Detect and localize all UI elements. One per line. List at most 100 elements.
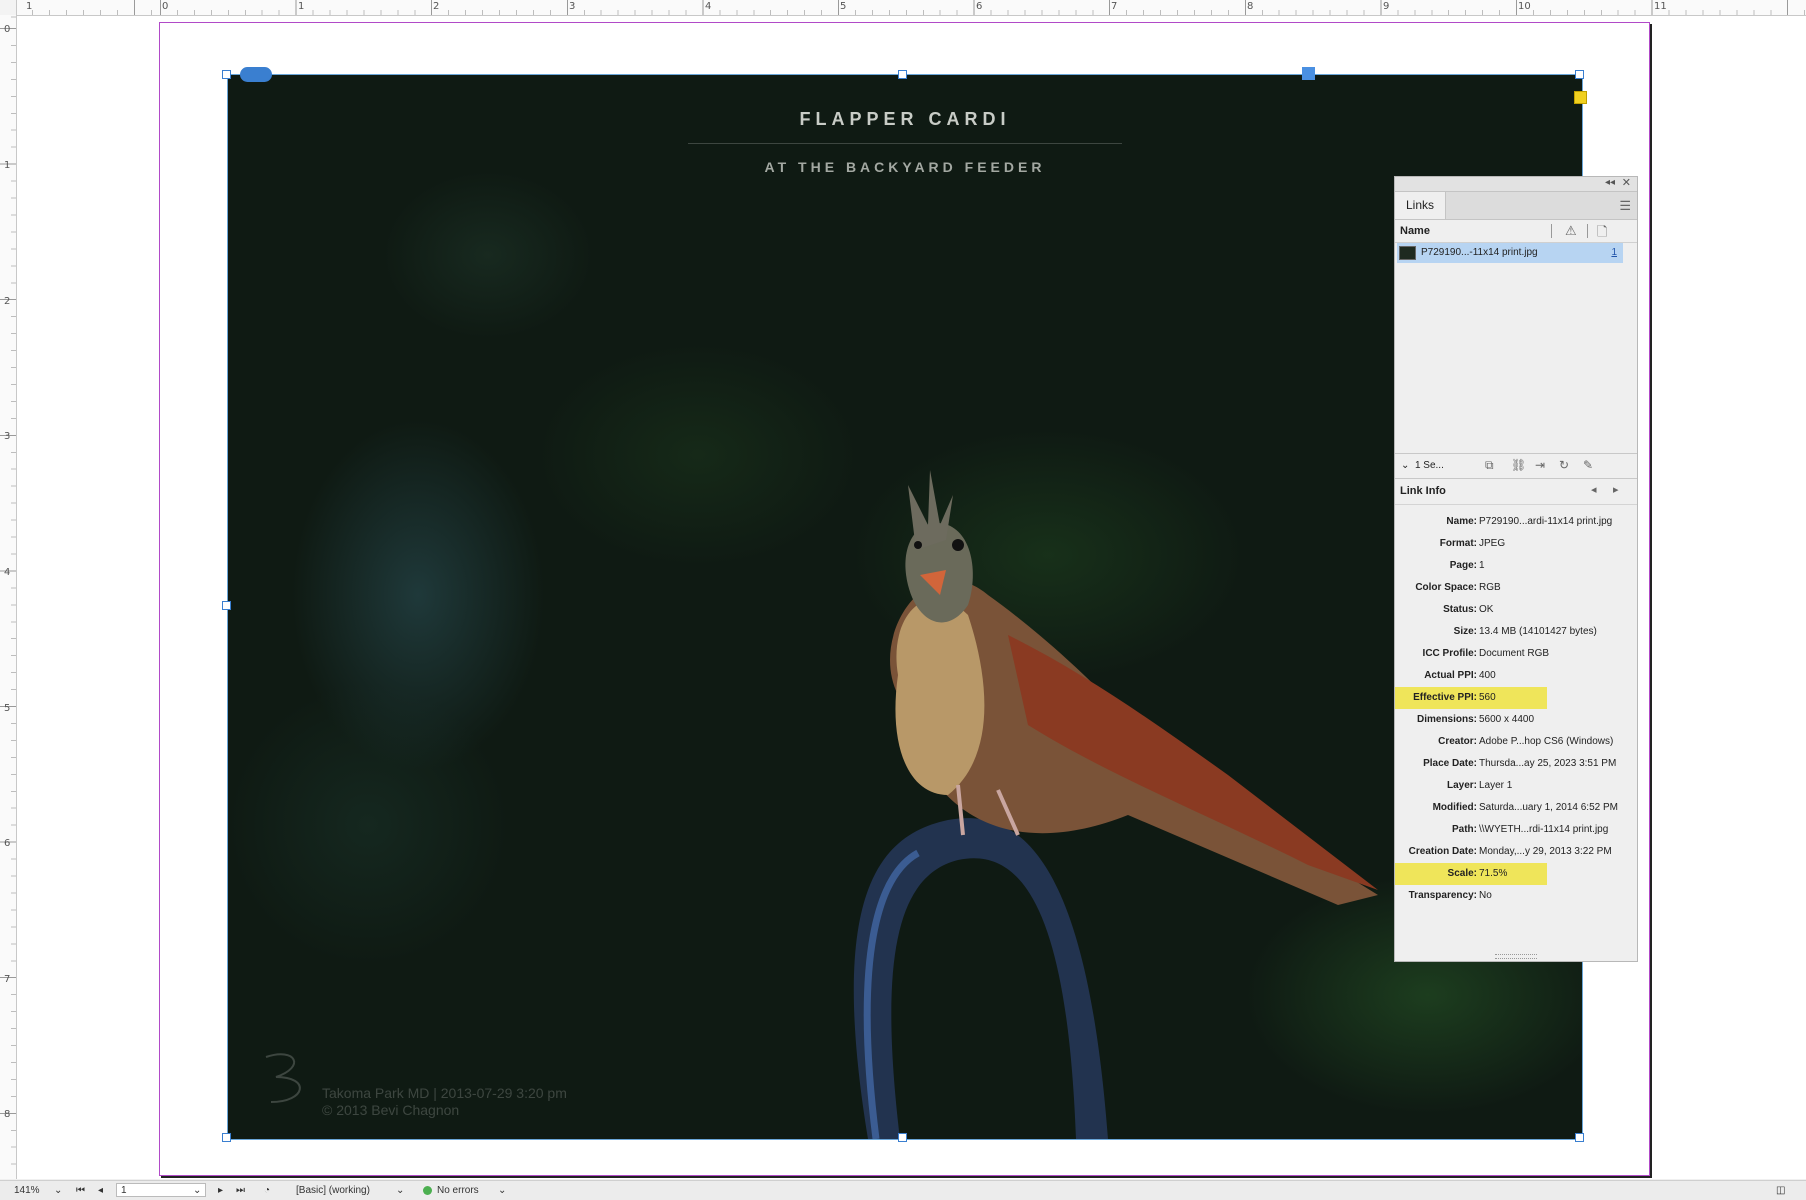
tab-links[interactable]: Links <box>1395 192 1446 219</box>
links-panel: ◂◂ ✕ Links ☰ Name ⚠ 🗋 P729190...-11x14 p… <box>1394 176 1638 962</box>
link-info-value: JPEG <box>1479 538 1506 549</box>
link-info-header[interactable]: Link Info ◂ ▸ <box>1395 478 1637 505</box>
handle-middle-left[interactable] <box>222 601 231 610</box>
ruler-left-label: 0 <box>4 24 11 35</box>
ruler-top-label: 5 <box>840 1 847 12</box>
link-info-key: ICC Profile: <box>1422 648 1477 659</box>
page-dropdown-icon[interactable]: ⌄ <box>193 1185 201 1196</box>
warning-status-icon[interactable]: ⚠ <box>1565 223 1577 239</box>
link-info-key: Creator: <box>1438 736 1477 747</box>
content-grabber-handle[interactable] <box>1302 67 1315 80</box>
ruler-top-label: 0 <box>162 1 169 12</box>
link-info-key: Format: <box>1439 538 1477 549</box>
zoom-level[interactable]: 141% <box>14 1185 40 1196</box>
link-info-row: Size: 13.4 MB (14101427 bytes) <box>1395 623 1637 645</box>
zoom-dropdown-icon[interactable]: ⌄ <box>54 1185 62 1196</box>
panel-menu-icon[interactable]: ☰ <box>1619 198 1631 214</box>
watermark-location-date: Takoma Park MD | 2013-07-29 3:20 pm <box>322 1085 567 1101</box>
close-icon[interactable]: ✕ <box>1622 176 1631 189</box>
handle-top-left[interactable] <box>222 70 231 79</box>
open-page-icon[interactable]: ◔ <box>264 1185 270 1196</box>
link-info-row: Creator: Adobe P...hop CS6 (Windows) <box>1395 733 1637 755</box>
handle-bottom-center[interactable] <box>898 1133 907 1142</box>
link-info-value: P729190...ardi-11x14 print.jpg <box>1479 516 1613 527</box>
column-name-header[interactable]: Name <box>1400 225 1430 237</box>
link-info-row: Effective PPI: 560 <box>1395 687 1637 711</box>
column-separator <box>1551 224 1552 238</box>
links-column-header: Name ⚠ 🗋 <box>1395 220 1637 243</box>
handle-top-center[interactable] <box>898 70 907 79</box>
link-info-row: Transparency: No <box>1395 887 1637 909</box>
ruler-left-label: 2 <box>4 296 11 307</box>
ruler-left-label: 8 <box>4 1109 11 1120</box>
link-info-row: Name: P729190...ardi-11x14 print.jpg <box>1395 513 1637 535</box>
edit-original-icon[interactable]: ✎ <box>1583 458 1593 472</box>
link-info-value: Monday,...y 29, 2013 3:22 PM <box>1479 846 1612 857</box>
link-info-title: Link Info <box>1400 485 1446 497</box>
panel-resize-grip[interactable] <box>1495 954 1537 959</box>
ruler-left-label: 5 <box>4 703 11 714</box>
selection-summary[interactable]: ⌄ 1 Se... <box>1401 460 1444 471</box>
link-info-key: Actual PPI: <box>1424 670 1477 681</box>
link-list-item[interactable]: P729190...-11x14 print.jpg 1 <box>1397 243 1623 263</box>
panel-title-bar[interactable]: ◂◂ ✕ <box>1395 177 1637 192</box>
link-info-row: Dimensions: 5600 x 4400 <box>1395 711 1637 733</box>
link-info-key: Color Space: <box>1415 582 1477 593</box>
previous-page-icon[interactable]: ◂ <box>98 1185 103 1196</box>
next-page-icon[interactable]: ▸ <box>218 1185 223 1196</box>
link-badge-icon[interactable] <box>240 67 272 82</box>
relink-from-cc-icon[interactable]: ⧉ <box>1485 458 1494 473</box>
link-info-value: 71.5% <box>1479 868 1508 879</box>
link-info-value: No <box>1479 890 1492 901</box>
link-info-value: \\WYETH...rdi-11x14 print.jpg <box>1479 824 1609 835</box>
live-corner-handle[interactable] <box>1574 91 1587 104</box>
link-info-row: Page: 1 <box>1395 557 1637 579</box>
link-thumbnail <box>1399 246 1416 260</box>
split-window-icon[interactable]: ◫ <box>1776 1185 1785 1196</box>
update-link-icon[interactable]: ↻ <box>1559 458 1569 472</box>
first-page-icon[interactable]: ⏮ <box>76 1185 85 1196</box>
ruler-top-label: 4 <box>705 1 712 12</box>
handle-bottom-left[interactable] <box>222 1133 231 1142</box>
vertical-ruler[interactable] <box>0 15 17 1179</box>
link-info-value: OK <box>1479 604 1494 615</box>
profile-dropdown-icon[interactable]: ⌄ <box>396 1185 404 1196</box>
handle-bottom-right[interactable] <box>1575 1133 1584 1142</box>
ruler-left-label: 4 <box>4 567 11 578</box>
panel-tab-row: Links ☰ <box>1395 192 1637 220</box>
link-info-key: Effective PPI: <box>1413 692 1477 703</box>
horizontal-ruler[interactable] <box>17 0 1806 16</box>
page-number-value: 1 <box>121 1185 127 1196</box>
ruler-top-label: 10 <box>1518 1 1531 12</box>
previous-link-icon[interactable]: ◂ <box>1591 483 1597 496</box>
ruler-top-label: 2 <box>433 1 440 12</box>
preflight-profile[interactable]: [Basic] (working) <box>296 1185 370 1196</box>
last-page-icon[interactable]: ⏭ <box>236 1185 245 1196</box>
relink-icon[interactable]: ⛓ <box>1511 458 1526 472</box>
link-file-name: P729190...-11x14 print.jpg <box>1421 247 1538 258</box>
cardinal-bird-graphic <box>853 470 1378 1139</box>
ruler-top-label: 9 <box>1383 1 1390 12</box>
go-to-link-icon[interactable]: ⇥ <box>1535 458 1545 472</box>
ruler-corner[interactable] <box>0 0 17 16</box>
ruler-top-label: 7 <box>1111 1 1118 12</box>
link-info-row: Path: \\WYETH...rdi-11x14 print.jpg <box>1395 821 1637 843</box>
link-info-key: Size: <box>1453 626 1477 637</box>
link-info-row: Status: OK <box>1395 601 1637 623</box>
preflight-errors[interactable]: No errors <box>437 1185 479 1196</box>
placed-image-frame[interactable]: FLAPPER CARDI AT THE BACKYARD FEEDER Tak… <box>227 74 1583 1140</box>
link-info-value: 400 <box>1479 670 1496 681</box>
page-column-icon[interactable]: 🗋 <box>1597 223 1607 245</box>
column-separator <box>1587 224 1588 238</box>
preflight-menu-icon[interactable]: ⌄ <box>498 1185 506 1196</box>
next-link-icon[interactable]: ▸ <box>1613 483 1619 496</box>
status-bar: 141% ⌄ ⏮ ◂ 1 ⌄ ▸ ⏭ ◔ [Basic] (working) ⌄… <box>0 1180 1806 1200</box>
link-info-key: Transparency: <box>1408 890 1477 901</box>
link-info-list: Name: P729190...ardi-11x14 print.jpg Forma… <box>1395 513 1637 909</box>
link-info-value: Saturda...uary 1, 2014 6:52 PM <box>1479 802 1618 813</box>
ruler-top-label: 1 <box>26 1 33 12</box>
handle-top-right[interactable] <box>1575 70 1584 79</box>
link-page-number[interactable]: 1 <box>1611 247 1617 258</box>
collapse-panel-icon[interactable]: ◂◂ <box>1605 177 1615 188</box>
link-info-row: Actual PPI: 400 <box>1395 667 1637 689</box>
